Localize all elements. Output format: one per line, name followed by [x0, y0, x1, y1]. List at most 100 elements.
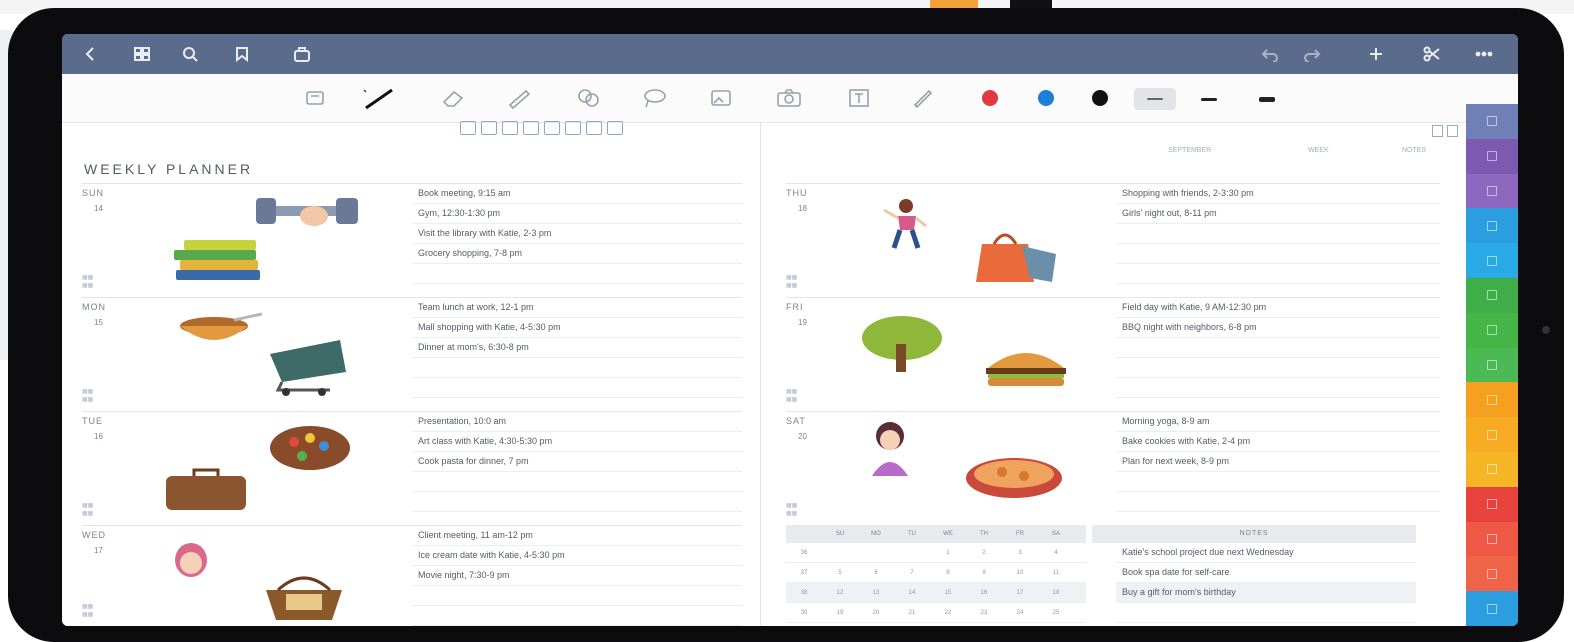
- event-line[interactable]: Field day with Katie, 9 AM-12:30 pm: [1116, 298, 1440, 318]
- stroke-medium-button[interactable]: [1188, 88, 1230, 110]
- event-line[interactable]: Girls' night out, 8-11 pm: [1116, 204, 1440, 224]
- undo-icon[interactable]: [1256, 42, 1284, 66]
- section-tab[interactable]: [1466, 556, 1518, 592]
- paint-palette-sticker[interactable]: [266, 418, 358, 474]
- section-tab[interactable]: [1466, 452, 1518, 487]
- event-line[interactable]: Morning yoga, 8-9 am: [1116, 412, 1440, 432]
- event-line[interactable]: Book meeting, 9:15 am: [412, 184, 742, 204]
- calendar-day[interactable]: 22: [930, 610, 966, 616]
- section-tab[interactable]: [1466, 382, 1518, 418]
- note-line[interactable]: Katie's school project due next Wednesda…: [1116, 543, 1416, 563]
- section-tab[interactable]: [1466, 417, 1518, 452]
- calendar-day[interactable]: 21: [894, 610, 930, 616]
- bowl-sticker[interactable]: [174, 310, 266, 350]
- section-tab[interactable]: [1466, 208, 1518, 244]
- stroke-thin-button[interactable]: [1134, 88, 1176, 110]
- search-icon[interactable]: [176, 42, 204, 66]
- basket-sticker[interactable]: [258, 570, 350, 624]
- page-week-icon[interactable]: [502, 121, 518, 135]
- section-tab[interactable]: [1466, 278, 1518, 313]
- camera-icon[interactable]: [774, 84, 804, 112]
- calendar-day[interactable]: 16: [966, 590, 1002, 596]
- section-tab[interactable]: [1466, 591, 1518, 626]
- yoga-woman-sticker[interactable]: [862, 418, 918, 478]
- calendar-day[interactable]: 24: [1002, 610, 1038, 616]
- event-line[interactable]: [1116, 264, 1440, 284]
- image-insert-icon[interactable]: [706, 84, 736, 112]
- calendar-day[interactable]: 17: [1002, 590, 1038, 596]
- pencil-icon[interactable]: [504, 84, 534, 112]
- section-tab[interactable]: [1466, 173, 1518, 209]
- event-line[interactable]: Grocery shopping, 7-8 pm: [412, 244, 742, 264]
- calendar-toggle-icon[interactable]: [1432, 125, 1443, 137]
- note-line[interactable]: -: [1116, 603, 1416, 623]
- calendar-day[interactable]: 7: [894, 570, 930, 576]
- page-check-icon[interactable]: [586, 121, 602, 135]
- event-line[interactable]: [412, 586, 742, 606]
- calendar-day[interactable]: 8: [930, 570, 966, 576]
- event-line[interactable]: BBQ night with neighbors, 6-8 pm: [1116, 318, 1440, 338]
- redo-icon[interactable]: [1298, 42, 1326, 66]
- event-line[interactable]: Client meeting, 11 am-12 pm: [412, 526, 742, 546]
- color-swatch-red[interactable]: [982, 90, 998, 106]
- pen-tool-icon[interactable]: [358, 84, 402, 112]
- section-tab[interactable]: [1466, 243, 1518, 278]
- event-line[interactable]: Plan for next week, 8-9 pm: [1116, 452, 1440, 472]
- section-tab[interactable]: [1466, 347, 1518, 383]
- event-line[interactable]: Gym, 12:30-1:30 pm: [412, 204, 742, 224]
- event-line[interactable]: Shopping with friends, 2-3:30 pm: [1116, 184, 1440, 204]
- event-line[interactable]: Art class with Katie, 4:30-5:30 pm: [412, 432, 742, 452]
- add-page-icon[interactable]: [1362, 42, 1390, 66]
- books-sticker[interactable]: [170, 236, 266, 284]
- dancing-woman-sticker[interactable]: [876, 196, 936, 252]
- event-line[interactable]: [1116, 472, 1440, 492]
- event-line[interactable]: Presentation, 10:0 am: [412, 412, 742, 432]
- tree-sticker[interactable]: [856, 314, 948, 374]
- cookies-tray-sticker[interactable]: [962, 450, 1066, 502]
- section-tab[interactable]: [1466, 312, 1518, 348]
- calendar-day[interactable]: 13: [858, 590, 894, 596]
- share-icon[interactable]: [288, 42, 316, 66]
- calendar-day[interactable]: 23: [966, 610, 1002, 616]
- section-tab[interactable]: [1466, 486, 1518, 522]
- shopping-cart-sticker[interactable]: [260, 332, 356, 398]
- event-line[interactable]: Team lunch at work, 12-1 pm: [412, 298, 742, 318]
- calendar-day[interactable]: 2: [966, 550, 1002, 556]
- girl-sticker[interactable]: [166, 540, 216, 586]
- eraser-icon[interactable]: [438, 84, 468, 112]
- back-icon[interactable]: [76, 42, 104, 66]
- event-line[interactable]: Mall shopping with Katie, 4-5:30 pm: [412, 318, 742, 338]
- burger-sticker[interactable]: [978, 344, 1074, 392]
- calendar-day[interactable]: 11: [1038, 570, 1074, 576]
- event-line[interactable]: Ice cream date with Katie, 4-5:30 pm: [412, 546, 742, 566]
- page-tasks-icon[interactable]: [565, 121, 581, 135]
- page-notes-icon[interactable]: [544, 121, 560, 135]
- calendar-day[interactable]: 10: [1002, 570, 1038, 576]
- event-line[interactable]: [1116, 224, 1440, 244]
- section-tab[interactable]: [1466, 138, 1518, 174]
- lasso-icon[interactable]: [640, 84, 670, 112]
- shapes-icon[interactable]: [574, 84, 604, 112]
- calendar-day[interactable]: 15: [930, 590, 966, 596]
- event-line[interactable]: Movie night, 7:30-9 pm: [412, 566, 742, 586]
- event-line[interactable]: [412, 606, 742, 626]
- briefcase-sticker[interactable]: [158, 464, 254, 514]
- event-line[interactable]: [1116, 338, 1440, 358]
- event-line[interactable]: [412, 264, 742, 284]
- header-notes-link[interactable]: NOTES: [1402, 147, 1426, 154]
- event-line[interactable]: Dinner at mom's, 6:30-8 pm: [412, 338, 742, 358]
- read-mode-icon[interactable]: [300, 84, 330, 112]
- grid-view-icon[interactable]: [128, 42, 156, 66]
- note-line[interactable]: Book spa date for self-care: [1116, 563, 1416, 583]
- highlighter-icon[interactable]: [908, 84, 938, 112]
- event-line[interactable]: [1116, 492, 1440, 512]
- event-line[interactable]: Cook pasta for dinner, 7 pm: [412, 452, 742, 472]
- calendar-day[interactable]: 12: [822, 590, 858, 596]
- calendar-day[interactable]: 3: [1002, 550, 1038, 556]
- header-month-link[interactable]: SEPTEMBER: [1168, 147, 1211, 154]
- calendar-day[interactable]: 19: [822, 610, 858, 616]
- calendar-day[interactable]: 5: [822, 570, 858, 576]
- event-line[interactable]: [412, 472, 742, 492]
- event-line[interactable]: Bake cookies with Katie, 2-4 pm: [1116, 432, 1440, 452]
- event-line[interactable]: [1116, 378, 1440, 398]
